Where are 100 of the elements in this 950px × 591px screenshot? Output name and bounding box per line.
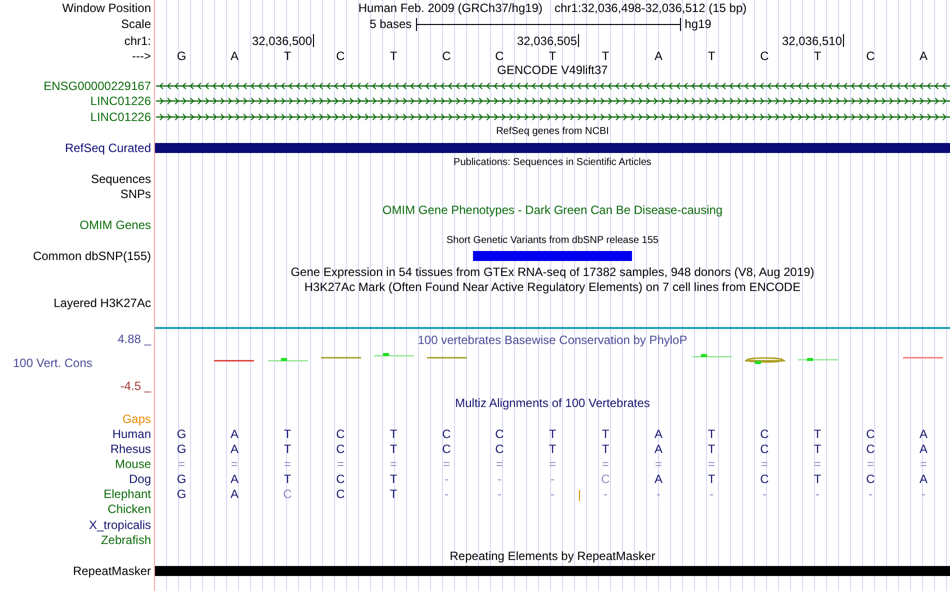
track-label[interactable]: X_tropicalis bbox=[88, 518, 151, 531]
sequence-base: A bbox=[919, 50, 928, 62]
alignment-base: - bbox=[710, 488, 714, 500]
alignment-base: C bbox=[866, 473, 875, 485]
position-text: chr1:32,036,498-32,036,512 (15 bp) bbox=[554, 2, 747, 14]
coordinate-label: 32,036,505 bbox=[516, 34, 579, 47]
track-title: H3K27Ac Mark (Often Found Near Active Regulatory Elements) on 7 cell lines from ENCODE bbox=[304, 281, 801, 294]
alignment-base: T bbox=[548, 428, 556, 440]
alignment-base: A bbox=[654, 428, 662, 440]
alignment-base: = bbox=[442, 458, 450, 470]
alignment-base: C bbox=[866, 443, 875, 455]
track-label[interactable]: Window Position bbox=[62, 2, 151, 14]
alignment-base: T bbox=[708, 443, 716, 455]
track-title: Gene Expression in 54 tissues from GTEx RNA-seq of 17382 samples, 948 donors (V8, Aug 2019) bbox=[290, 266, 814, 278]
track-label[interactable]: LINC01226 bbox=[90, 95, 151, 108]
alignment-base: = bbox=[760, 458, 768, 470]
track-label[interactable]: Rhesus bbox=[110, 443, 151, 455]
alignment-base: = bbox=[178, 458, 185, 470]
alignment-base: = bbox=[602, 458, 609, 470]
track-label[interactable]: Layered H3K27Ac bbox=[54, 296, 151, 309]
alignment-base: C bbox=[495, 443, 504, 455]
alignment-base: C bbox=[442, 443, 451, 455]
sequence-base: T bbox=[390, 50, 398, 62]
track-label[interactable]: Chicken bbox=[108, 503, 151, 516]
track-label[interactable]: SNPs bbox=[120, 188, 151, 200]
track-title: 100 vertebrates Basewise Conservation by PhyloP bbox=[418, 334, 688, 346]
alignment-base: C bbox=[760, 443, 769, 455]
gene-strand-drawing[interactable] bbox=[156, 82, 950, 90]
track-label[interactable]: OMIM Genes bbox=[80, 219, 151, 232]
sequence-base: T bbox=[814, 50, 822, 62]
alignment-base: G bbox=[176, 443, 186, 455]
alignment-base: - bbox=[656, 488, 660, 500]
track-title: Publications: Sequences in Scientific Articles bbox=[454, 158, 652, 168]
alignment-base: T bbox=[284, 473, 292, 485]
track-label[interactable]: RefSeq Curated bbox=[64, 142, 151, 154]
sequence-base: C bbox=[336, 50, 345, 62]
alignment-base: - bbox=[550, 473, 554, 485]
alignment-base: C bbox=[442, 428, 451, 440]
sequence-base: T bbox=[548, 50, 556, 62]
sequence-base: G bbox=[176, 50, 186, 62]
track-label[interactable]: Scale bbox=[120, 18, 151, 30]
alignment-base: C bbox=[336, 473, 345, 485]
alignment-base: = bbox=[496, 458, 503, 470]
track-label[interactable]: Sequences bbox=[90, 172, 151, 185]
feature-bar[interactable] bbox=[155, 142, 950, 153]
track-label[interactable]: Common dbSNP(155) bbox=[32, 250, 151, 262]
alignment-base: T bbox=[548, 443, 556, 455]
alignment-base: C bbox=[760, 473, 769, 485]
sequence-base: C bbox=[495, 50, 504, 62]
alignment-base: G bbox=[176, 488, 186, 500]
alignment-base: = bbox=[866, 458, 874, 470]
alignment-base: A bbox=[919, 443, 928, 455]
track-label[interactable]: ---> bbox=[132, 50, 151, 62]
gene-strand-drawing[interactable] bbox=[156, 112, 950, 121]
alignment-base: A bbox=[230, 428, 238, 440]
alignment-base: T bbox=[708, 473, 716, 485]
sequence-base: C bbox=[866, 50, 875, 62]
axis-max-label: 4.88 _ bbox=[118, 332, 151, 344]
alignment-base: - bbox=[922, 488, 926, 500]
track-label[interactable]: chr1: bbox=[124, 34, 151, 46]
alignment-base: A bbox=[230, 473, 238, 485]
alignment-base: T bbox=[284, 428, 292, 440]
track-title: GENCODE V49lift37 bbox=[497, 64, 608, 76]
axis-min-label: -4.5 _ bbox=[120, 380, 151, 392]
alignment-base: T bbox=[390, 443, 398, 455]
track-label[interactable]: RepeatMasker bbox=[72, 565, 151, 578]
alignment-base: - bbox=[498, 488, 502, 500]
alignment-base: T bbox=[814, 443, 822, 455]
track-label[interactable]: Mouse bbox=[114, 458, 151, 470]
alignment-base: = bbox=[230, 458, 238, 470]
track-label[interactable]: Zebrafish bbox=[100, 534, 151, 546]
alignment-base: - bbox=[816, 488, 820, 500]
alignment-base: = bbox=[548, 458, 556, 470]
alignment-base: T bbox=[602, 443, 610, 455]
feature-bar[interactable] bbox=[155, 566, 950, 576]
track-label[interactable]: Elephant bbox=[104, 488, 151, 500]
track-title: Short Genetic Variants from dbSNP release 155 bbox=[446, 236, 658, 246]
scale-text: 5 bases bbox=[370, 18, 412, 30]
track-label[interactable]: 100 Vert. Cons bbox=[0, 356, 92, 368]
alignment-base: T bbox=[390, 473, 398, 485]
alignment-base: = bbox=[390, 458, 397, 470]
track-label[interactable]: LINC01226 bbox=[90, 110, 151, 123]
alignment-base: - bbox=[762, 488, 766, 500]
coordinate-label: 32,036,510 bbox=[782, 34, 844, 47]
scale-bar-icon bbox=[416, 18, 681, 30]
alignment-base: - bbox=[604, 488, 608, 500]
track-label[interactable]: Dog bbox=[128, 473, 151, 485]
alignment-base: C bbox=[336, 428, 345, 440]
gene-strand-drawing[interactable] bbox=[156, 97, 950, 106]
track-label[interactable]: ENSG00000229167 bbox=[44, 80, 151, 92]
sequence-base: C bbox=[760, 50, 769, 62]
alignment-base: - bbox=[498, 473, 502, 485]
track-label[interactable]: Human bbox=[112, 428, 151, 440]
alignment-base: = bbox=[708, 458, 715, 470]
alignment-base: T bbox=[390, 488, 398, 500]
track-title: Multiz Alignments of 100 Vertebrates bbox=[455, 397, 650, 410]
coordinate-label: 32,036,500 bbox=[252, 34, 314, 47]
feature-bar[interactable] bbox=[473, 251, 632, 262]
alignment-base: - bbox=[550, 488, 554, 500]
track-title: Repeating Elements by RepeatMasker bbox=[450, 550, 656, 562]
